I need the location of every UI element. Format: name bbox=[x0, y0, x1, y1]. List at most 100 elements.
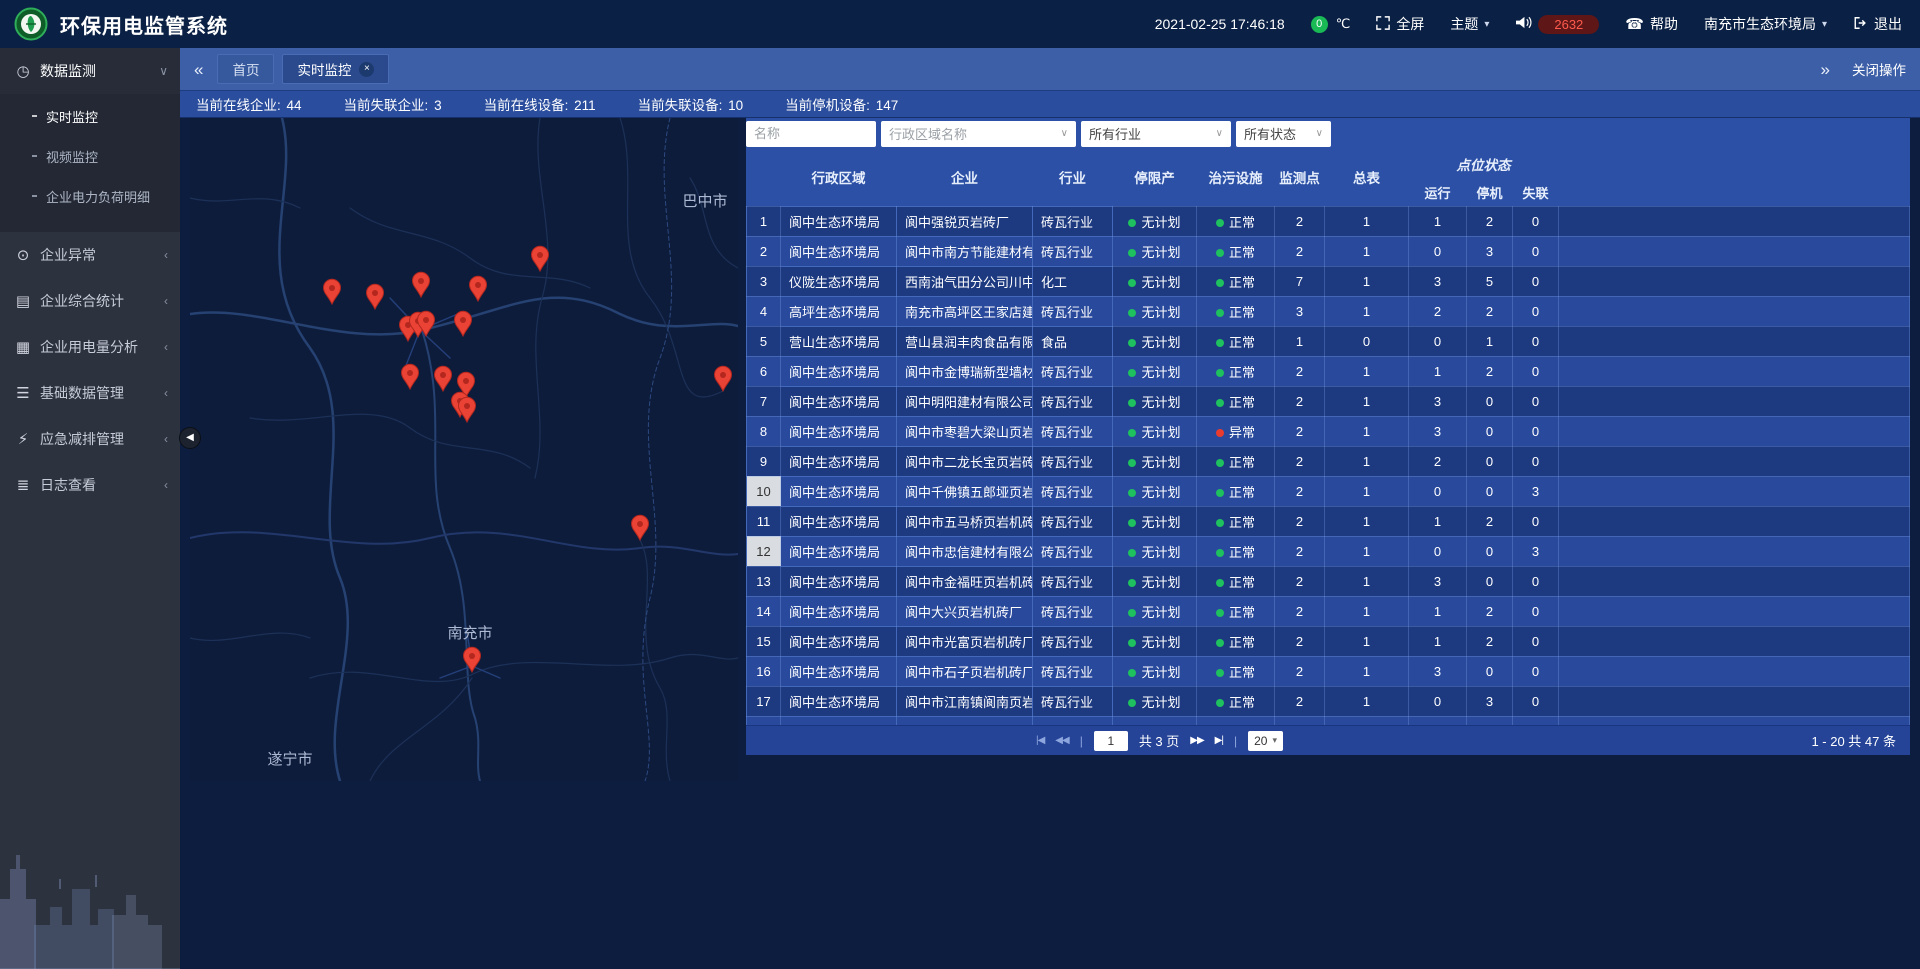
cell-company: 阆中市二龙长宝页岩砖 bbox=[897, 446, 1033, 476]
notifications-button[interactable]: 2632 bbox=[1515, 15, 1599, 34]
next-page-button[interactable]: ▶▶ bbox=[1190, 735, 1203, 746]
table-row[interactable]: 10阆中生态环境局阆中千佛镇五郎垭页岩砖瓦行业无计划正常21003 bbox=[747, 476, 1910, 506]
tab-realtime-monitor[interactable]: 实时监控× bbox=[282, 54, 389, 84]
cell-restriction: 无计划 bbox=[1113, 326, 1197, 356]
bullet-icon bbox=[32, 115, 37, 117]
map-canvas[interactable]: 巴中市南充市遂宁市 bbox=[190, 118, 738, 781]
sidebar-subitem-realtime-monitor[interactable]: 实时监控 bbox=[0, 96, 180, 136]
chevron-down-icon: ▾ bbox=[1484, 19, 1489, 30]
map-pin[interactable] bbox=[413, 272, 430, 297]
table-row[interactable]: 18南部生态环境局南部县双佛水泥有限公建材无计划正常21020 bbox=[747, 716, 1910, 725]
table-row[interactable]: 14阆中生态环境局阆中大兴页岩机砖厂砖瓦行业无计划正常21120 bbox=[747, 596, 1910, 626]
sidebar-item-emergency-reduction[interactable]: ⚡应急减排管理‹ bbox=[0, 416, 180, 462]
status-dot-icon bbox=[1216, 399, 1224, 407]
map-pin[interactable] bbox=[632, 515, 649, 540]
first-page-button[interactable]: |◀ bbox=[1036, 735, 1044, 746]
cell-facility: 正常 bbox=[1197, 326, 1275, 356]
map-panel[interactable]: 巴中市南充市遂宁市 ◀ bbox=[190, 118, 738, 781]
map-pin[interactable] bbox=[715, 366, 732, 391]
table-row[interactable]: 17阆中生态环境局阆中市江南镇阆南页岩砖瓦行业无计划正常21030 bbox=[747, 686, 1910, 716]
cell-stop-count: 0 bbox=[1467, 476, 1513, 506]
col-header-monitor: 监测点 bbox=[1275, 149, 1325, 206]
map-pin[interactable] bbox=[470, 276, 487, 301]
status-filter-select[interactable]: 所有状态 ∨ bbox=[1236, 121, 1331, 147]
logout-button[interactable]: 退出 bbox=[1853, 14, 1902, 34]
table-row[interactable]: 7阆中生态环境局阆中明阳建材有限公司砖瓦行业无计划正常21300 bbox=[747, 386, 1910, 416]
table-row[interactable]: 6阆中生态环境局阆中市金博瑞新型墙材砖瓦行业无计划正常21120 bbox=[747, 356, 1910, 386]
tab-close-icon[interactable]: × bbox=[359, 62, 374, 77]
map-pin[interactable] bbox=[455, 311, 472, 336]
city-label: 南充市 bbox=[447, 625, 492, 642]
row-number: 5 bbox=[747, 326, 781, 356]
name-filter-input[interactable] bbox=[746, 121, 876, 147]
sidebar-item-enterprise-statistics[interactable]: ▤企业综合统计‹ bbox=[0, 278, 180, 324]
page-number-input[interactable] bbox=[1094, 731, 1128, 751]
tab-home[interactable]: 首页 bbox=[217, 54, 274, 84]
map-pin[interactable] bbox=[459, 397, 476, 422]
row-number: 13 bbox=[747, 566, 781, 596]
status-dot-icon bbox=[1128, 639, 1136, 647]
table-row[interactable]: 16阆中生态环境局阆中市石子页岩机砖厂砖瓦行业无计划正常21300 bbox=[747, 656, 1910, 686]
cell-facility: 正常 bbox=[1197, 446, 1275, 476]
last-page-button[interactable]: ▶| bbox=[1215, 735, 1223, 746]
sidebar-item-power-usage-analysis[interactable]: ▦企业用电量分析‹ bbox=[0, 324, 180, 370]
cell-stop-count: 0 bbox=[1467, 566, 1513, 596]
close-operations-button[interactable]: 关闭操作 bbox=[1852, 59, 1906, 79]
map-pin[interactable] bbox=[324, 279, 341, 304]
table-row[interactable]: 13阆中生态环境局阆中市金福旺页岩机砖砖瓦行业无计划正常21300 bbox=[747, 566, 1910, 596]
col-header-restriction: 停限产 bbox=[1113, 149, 1197, 206]
table-row[interactable]: 5营山生态环境局营山县润丰肉食品有限食品无计划正常10010 bbox=[747, 326, 1910, 356]
cell-run-count: 0 bbox=[1409, 476, 1467, 506]
sidebar-item-data-monitoring[interactable]: ◷数据监测∨ bbox=[0, 48, 180, 94]
table-body: 1阆中生态环境局阆中强锐页岩砖厂砖瓦行业无计划正常211202阆中生态环境局阆中… bbox=[747, 206, 1910, 725]
table-row[interactable]: 12阆中生态环境局阆中市忠信建材有限公砖瓦行业无计划正常21003 bbox=[747, 536, 1910, 566]
table-row[interactable]: 4高坪生态环境局南充市高坪区王家店建砖瓦行业无计划正常31220 bbox=[747, 296, 1910, 326]
cell-meter-count: 1 bbox=[1325, 446, 1409, 476]
cell-monitor-count: 2 bbox=[1275, 476, 1325, 506]
row-number: 11 bbox=[747, 506, 781, 536]
sidebar-subitem-video-monitor[interactable]: 视频监控 bbox=[0, 136, 180, 176]
cell-meter-count: 1 bbox=[1325, 416, 1409, 446]
region-filter-select[interactable]: 行政区域名称 ∨ bbox=[881, 121, 1076, 147]
cell-meter-count: 1 bbox=[1325, 236, 1409, 266]
sidebar: ◷数据监测∨实时监控视频监控企业电力负荷明细 ⊙企业异常‹▤企业综合统计‹▦企业用… bbox=[0, 48, 180, 969]
map-pin[interactable] bbox=[435, 366, 452, 391]
industry-filter-select[interactable]: 所有行业 ∨ bbox=[1081, 121, 1231, 147]
map-pin[interactable] bbox=[367, 284, 384, 309]
scroll-tabs-left-icon[interactable]: « bbox=[194, 61, 203, 78]
stat-offline-device: 当前失联设备: 10 bbox=[638, 94, 744, 114]
sidebar-subitem-power-load-detail[interactable]: 企业电力负荷明细 bbox=[0, 176, 180, 216]
table-row[interactable]: 15阆中生态环境局阆中市光富页岩机砖厂砖瓦行业无计划正常21120 bbox=[747, 626, 1910, 656]
map-pin[interactable] bbox=[532, 246, 549, 271]
table-row[interactable]: 1阆中生态环境局阆中强锐页岩砖厂砖瓦行业无计划正常21120 bbox=[747, 206, 1910, 236]
sidebar-item-enterprise-abnormal[interactable]: ⊙企业异常‹ bbox=[0, 232, 180, 278]
theme-dropdown[interactable]: 主题 ▾ bbox=[1450, 14, 1489, 34]
help-button[interactable]: ☎ 帮助 bbox=[1625, 14, 1678, 34]
status-dot-icon bbox=[1216, 699, 1224, 707]
stats-bar: 当前在线企业: 44当前失联企业: 3当前在线设备: 211当前失联设备: 10… bbox=[180, 90, 1920, 118]
fullscreen-button[interactable]: 全屏 bbox=[1376, 14, 1424, 34]
theme-label: 主题 bbox=[1450, 14, 1478, 34]
cell-filler bbox=[1559, 626, 1910, 656]
cell-region: 阆中生态环境局 bbox=[781, 656, 897, 686]
sidebar-item-log-view[interactable]: ≣日志查看‹ bbox=[0, 462, 180, 508]
org-dropdown[interactable]: 南充市生态环境局 ▾ bbox=[1704, 14, 1827, 34]
col-header-facility: 治污设施 bbox=[1197, 149, 1275, 206]
page-size-select[interactable]: 20 ▾ bbox=[1248, 731, 1283, 751]
cell-facility: 正常 bbox=[1197, 296, 1275, 326]
table-row[interactable]: 9阆中生态环境局阆中市二龙长宝页岩砖砖瓦行业无计划正常21200 bbox=[747, 446, 1910, 476]
cell-lost-count: 3 bbox=[1513, 536, 1559, 566]
cell-stop-count: 0 bbox=[1467, 416, 1513, 446]
datetime-text: 2021-02-25 17:46:18 bbox=[1155, 16, 1285, 32]
table-row[interactable]: 8阆中生态环境局阆中市枣碧大梁山页岩砖瓦行业无计划异常21300 bbox=[747, 416, 1910, 446]
sidebar-item-base-data-management[interactable]: ☰基础数据管理‹ bbox=[0, 370, 180, 416]
cell-filler bbox=[1559, 266, 1910, 296]
table-row[interactable]: 2阆中生态环境局阆中市南方节能建材有砖瓦行业无计划正常21030 bbox=[747, 236, 1910, 266]
map-collapse-button[interactable]: ◀ bbox=[179, 427, 201, 449]
map-pin[interactable] bbox=[402, 364, 419, 389]
prev-page-button[interactable]: ◀◀ bbox=[1055, 735, 1068, 746]
table-row[interactable]: 3仪陇生态环境局西南油气田分公司川中化工无计划正常71350 bbox=[747, 266, 1910, 296]
table-row[interactable]: 11阆中生态环境局阆中市五马桥页岩机砖砖瓦行业无计划正常21120 bbox=[747, 506, 1910, 536]
scroll-tabs-right-icon[interactable]: » bbox=[1821, 61, 1830, 78]
cell-meter-count: 1 bbox=[1325, 566, 1409, 596]
